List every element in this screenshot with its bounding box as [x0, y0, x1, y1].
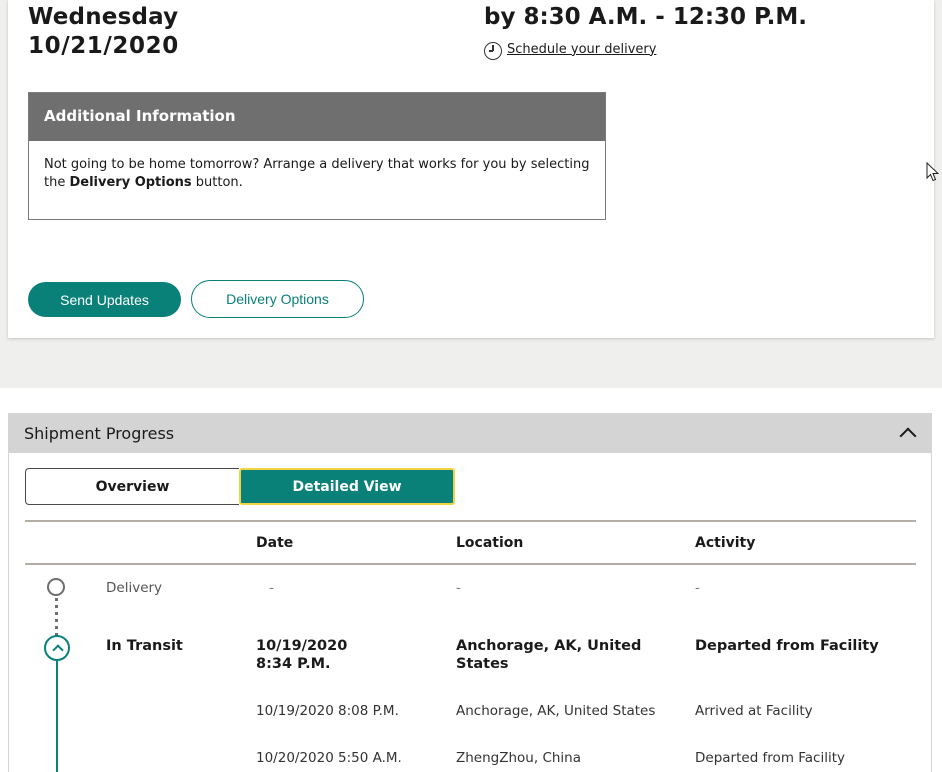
- column-header-activity: Activity: [695, 535, 756, 551]
- timeline-pending-icon: [47, 578, 65, 596]
- additional-info-text: Not going to be home tomorrow? Arrange a…: [29, 141, 605, 192]
- row-delivery-status: Delivery: [106, 580, 163, 596]
- additional-info-title: Additional Information: [29, 93, 605, 141]
- delivery-day: Wednesday: [28, 4, 179, 30]
- row-delivery-location: -: [456, 580, 461, 596]
- row-transit-date: 10/19/2020 8:34 P.M.: [256, 637, 347, 673]
- schedule-delivery-link[interactable]: Schedule your delivery: [484, 38, 656, 60]
- event2-location: ZhengZhou, China: [456, 750, 582, 766]
- additional-info-box: Additional Information Not going to be h…: [28, 92, 606, 220]
- event2-time: 5:50 A.M.: [338, 750, 402, 766]
- column-header-date: Date: [256, 535, 294, 551]
- info-text-bold: Delivery Options: [69, 175, 192, 190]
- row-transit-location-line2: States: [456, 656, 509, 672]
- send-updates-button[interactable]: Send Updates: [28, 282, 181, 317]
- delivery-window: by 8:30 A.M. - 12:30 P.M.: [484, 4, 808, 30]
- row-transit-activity: Departed from Facility: [695, 638, 879, 654]
- row-delivery-activity: -: [695, 580, 700, 596]
- event1-location: Anchorage, AK, United States: [456, 703, 656, 719]
- tab-overview[interactable]: Overview: [25, 468, 239, 505]
- event1-date: 10/19/2020: [256, 703, 334, 719]
- delivery-card: Wednesday 10/21/2020 by 8:30 A.M. - 12:3…: [8, 0, 934, 338]
- shipment-progress-panel: Shipment Progress Overview Detailed View…: [8, 413, 932, 772]
- event2-activity: Departed from Facility: [695, 750, 846, 766]
- delivery-date: 10/21/2020: [28, 33, 179, 59]
- shipment-progress-title: Shipment Progress: [24, 423, 175, 443]
- row-delivery-date: -: [269, 580, 274, 596]
- timeline-expand-icon[interactable]: [44, 635, 70, 661]
- event1-activity: Arrived at Facility: [695, 703, 813, 719]
- column-header-location: Location: [456, 535, 524, 551]
- timeline-dotted-line: [55, 598, 58, 636]
- delivery-options-button[interactable]: Delivery Options: [191, 280, 364, 318]
- table-divider: [25, 520, 916, 522]
- shipment-progress-header[interactable]: Shipment Progress: [9, 413, 931, 453]
- timeline-line: [56, 661, 58, 772]
- row-transit-location: Anchorage, AK, United States: [456, 637, 641, 673]
- mouse-cursor-icon: [926, 162, 940, 182]
- row-transit-status: In Transit: [106, 638, 183, 654]
- row-transit-location-line1: Anchorage, AK, United: [456, 638, 642, 654]
- event1-time: 8:08 P.M.: [338, 703, 399, 719]
- tab-detailed-view[interactable]: Detailed View: [239, 468, 455, 505]
- view-toggle: Overview Detailed View: [25, 468, 455, 505]
- event2-date: 10/20/2020: [256, 750, 334, 766]
- schedule-delivery-label[interactable]: Schedule your delivery: [507, 42, 656, 57]
- row-transit-date-line2: 8:34 P.M.: [256, 656, 331, 672]
- clock-icon: [484, 42, 502, 60]
- chevron-up-icon[interactable]: [899, 427, 917, 445]
- info-text-after: button.: [191, 175, 243, 190]
- row-transit-date-line1: 10/19/2020: [256, 638, 348, 654]
- table-header-divider: [25, 563, 916, 565]
